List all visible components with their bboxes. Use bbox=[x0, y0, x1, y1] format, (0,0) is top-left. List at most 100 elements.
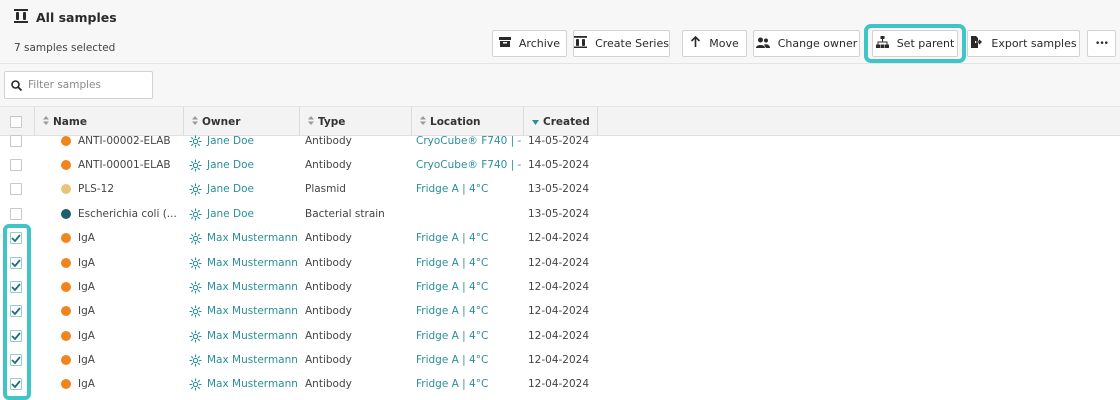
row-checkbox[interactable] bbox=[10, 183, 22, 195]
location-cell[interactable]: Fridge A | 4°C bbox=[416, 299, 521, 323]
sample-name-cell[interactable]: IgA bbox=[61, 226, 181, 250]
owner-cell[interactable]: Max Mustermann bbox=[189, 348, 299, 372]
created-cell: 12-04-2024 bbox=[528, 348, 598, 372]
archive-button[interactable]: Archive bbox=[492, 30, 567, 57]
created-date: 12-04-2024 bbox=[528, 354, 590, 366]
location-cell[interactable] bbox=[416, 202, 521, 226]
created-cell: 12-04-2024 bbox=[528, 299, 598, 323]
location-cell[interactable]: CryoCube® F740 | -... bbox=[416, 129, 521, 153]
sample-name-cell[interactable]: IgA bbox=[61, 324, 181, 348]
created-date: 12-04-2024 bbox=[528, 378, 590, 390]
created-cell: 14-05-2024 bbox=[528, 129, 598, 153]
table-row[interactable]: IgA Max Mustermann Antibody Fridge A | 4°C 1… bbox=[0, 275, 1120, 299]
owner-cell[interactable]: Max Mustermann bbox=[189, 275, 299, 299]
row-checkbox[interactable] bbox=[10, 232, 22, 244]
table-row[interactable]: IgA Max Mustermann Antibody Fridge A | 4°C 1… bbox=[0, 372, 1120, 396]
users-icon bbox=[755, 37, 770, 51]
sort-icon bbox=[192, 115, 198, 128]
owner-cell[interactable]: Max Mustermann bbox=[189, 372, 299, 396]
sample-type-dot bbox=[61, 282, 71, 292]
row-select-cell bbox=[10, 153, 30, 177]
table-row[interactable]: ANTI-00001-ELAB Jane Doe Antibody CryoCube®… bbox=[0, 153, 1120, 177]
owner-cell[interactable]: Max Mustermann bbox=[189, 299, 299, 323]
location-cell[interactable]: Fridge A | 4°C bbox=[416, 372, 521, 396]
export-samples-button[interactable]: Export samples bbox=[967, 30, 1080, 57]
location-cell[interactable]: Fridge A | 4°C bbox=[416, 226, 521, 250]
owner-cell[interactable]: Max Mustermann bbox=[189, 251, 299, 275]
table-row[interactable]: IgA Max Mustermann Antibody Fridge A | 4°C 1… bbox=[0, 348, 1120, 372]
owner-cell[interactable]: Max Mustermann bbox=[189, 324, 299, 348]
location-link: Fridge A | 4°C bbox=[416, 183, 489, 195]
location-cell[interactable]: Fridge A | 4°C bbox=[416, 275, 521, 299]
owner-cell[interactable]: Max Mustermann bbox=[189, 226, 299, 250]
created-date: 12-04-2024 bbox=[528, 281, 590, 293]
owner-cell[interactable]: Jane Doe bbox=[189, 202, 299, 226]
row-checkbox[interactable] bbox=[10, 135, 22, 147]
created-date: 12-04-2024 bbox=[528, 305, 590, 317]
sample-name-cell[interactable]: IgA bbox=[61, 251, 181, 275]
sample-name: PLS-12 bbox=[78, 183, 114, 195]
owner-name: Max Mustermann bbox=[207, 330, 298, 342]
sample-name-cell[interactable]: ANTI-00001-ELAB bbox=[61, 153, 181, 177]
row-checkbox[interactable] bbox=[10, 159, 22, 171]
owner-name: Jane Doe bbox=[207, 183, 254, 195]
type-cell: Antibody bbox=[305, 226, 410, 250]
set-parent-button[interactable]: Set parent bbox=[872, 30, 958, 57]
sort-icon bbox=[43, 115, 49, 128]
location-cell[interactable]: Fridge A | 4°C bbox=[416, 324, 521, 348]
location-cell[interactable]: CryoCube® F740 | -... bbox=[416, 153, 521, 177]
owner-gear-icon bbox=[189, 354, 207, 367]
create-series-button[interactable]: Create Series bbox=[573, 30, 670, 57]
sample-type: Antibody bbox=[305, 135, 352, 147]
checkmark-icon bbox=[11, 234, 21, 242]
table-row[interactable]: Escherichia coli (... Jane Doe Bacterial s… bbox=[0, 202, 1120, 226]
row-checkbox[interactable] bbox=[10, 281, 22, 293]
change-owner-label: Change owner bbox=[777, 37, 858, 50]
type-cell: Antibody bbox=[305, 153, 410, 177]
change-owner-button[interactable]: Change owner bbox=[753, 30, 860, 57]
more-button[interactable]: ••• bbox=[1087, 30, 1116, 57]
archive-label: Archive bbox=[518, 37, 561, 50]
checkmark-icon bbox=[11, 283, 21, 291]
sample-type-dot bbox=[61, 209, 71, 219]
location-cell[interactable]: Fridge A | 4°C bbox=[416, 251, 521, 275]
row-checkbox[interactable] bbox=[10, 208, 22, 220]
row-checkbox[interactable] bbox=[10, 330, 22, 342]
move-button[interactable]: Move bbox=[682, 30, 747, 57]
owner-cell[interactable]: Jane Doe bbox=[189, 177, 299, 201]
row-select-cell bbox=[10, 129, 30, 153]
created-date: 12-04-2024 bbox=[528, 330, 590, 342]
row-checkbox[interactable] bbox=[10, 305, 22, 317]
sample-name-cell[interactable]: IgA bbox=[61, 275, 181, 299]
owner-cell[interactable]: Jane Doe bbox=[189, 153, 299, 177]
type-cell: Antibody bbox=[305, 372, 410, 396]
sample-name-cell[interactable]: IgA bbox=[61, 299, 181, 323]
samples-icon bbox=[14, 8, 28, 27]
type-cell: Antibody bbox=[305, 324, 410, 348]
sample-name-cell[interactable]: Escherichia coli (... bbox=[61, 202, 181, 226]
table-row[interactable]: IgA Max Mustermann Antibody Fridge A | 4°C 1… bbox=[0, 251, 1120, 275]
filter-input[interactable] bbox=[28, 79, 138, 91]
sample-name: ANTI-00001-ELAB bbox=[78, 159, 171, 171]
table-row[interactable]: PLS-12 Jane Doe Plasmid Fridge A | 4°C 13-05… bbox=[0, 177, 1120, 201]
location-cell[interactable]: Fridge A | 4°C bbox=[416, 348, 521, 372]
sample-name-cell[interactable]: PLS-12 bbox=[61, 177, 181, 201]
select-all-checkbox[interactable] bbox=[10, 115, 22, 128]
row-checkbox[interactable] bbox=[10, 257, 22, 269]
owner-gear-icon bbox=[189, 257, 207, 270]
owner-gear-icon bbox=[189, 159, 207, 172]
sample-name-cell[interactable]: IgA bbox=[61, 348, 181, 372]
location-cell[interactable]: Fridge A | 4°C bbox=[416, 177, 521, 201]
sample-type-dot bbox=[61, 258, 71, 268]
table-row[interactable]: IgA Max Mustermann Antibody Fridge A | 4°C 1… bbox=[0, 324, 1120, 348]
sample-name-cell[interactable]: IgA bbox=[61, 372, 181, 396]
table-row[interactable]: IgA Max Mustermann Antibody Fridge A | 4°C 1… bbox=[0, 299, 1120, 323]
table-row[interactable]: ANTI-00002-ELAB Jane Doe Antibody CryoCube®… bbox=[0, 129, 1120, 153]
owner-cell[interactable]: Jane Doe bbox=[189, 129, 299, 153]
row-select-cell bbox=[10, 348, 30, 372]
sample-name-cell[interactable]: ANTI-00002-ELAB bbox=[61, 129, 181, 153]
table-row[interactable]: IgA Max Mustermann Antibody Fridge A | 4°C 1… bbox=[0, 226, 1120, 250]
row-checkbox[interactable] bbox=[10, 378, 22, 390]
row-checkbox[interactable] bbox=[10, 354, 22, 366]
type-cell: Antibody bbox=[305, 129, 410, 153]
